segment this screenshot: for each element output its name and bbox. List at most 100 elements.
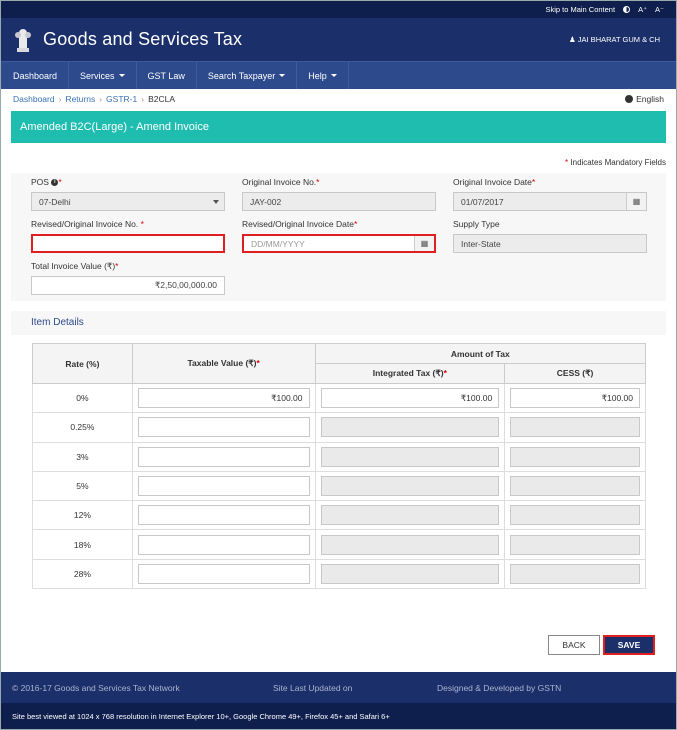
language-selector[interactable]: English bbox=[625, 94, 664, 104]
nav-services[interactable]: Services bbox=[69, 62, 137, 89]
revised-invoice-no-field: Revised/Original Invoice No. * bbox=[31, 219, 225, 253]
breadcrumb-separator: › bbox=[58, 93, 62, 104]
user-menu[interactable]: ♟ JAI BHARAT GUM & CH bbox=[569, 35, 660, 44]
breadcrumb-dashboard[interactable]: Dashboard bbox=[13, 94, 55, 104]
caret-down-icon bbox=[118, 74, 125, 77]
cess-input[interactable]: ₹100.00 bbox=[510, 388, 640, 409]
taxable-value-input[interactable] bbox=[137, 417, 310, 438]
font-increase-button[interactable]: A⁺ bbox=[638, 5, 647, 14]
supply-type-label: Supply Type bbox=[453, 219, 500, 229]
nav-help[interactable]: Help bbox=[297, 62, 349, 89]
revised-invoice-no-label: Revised/Original Invoice No. * bbox=[31, 219, 144, 229]
revised-invoice-date-label-text: Revised/Original Invoice Date bbox=[242, 219, 354, 229]
site-title[interactable]: Goods and Services Tax bbox=[43, 29, 242, 50]
table-row: 28% bbox=[32, 558, 646, 590]
integrated-tax-header: Integrated Tax (₹)* bbox=[314, 363, 506, 384]
integrated-tax-input[interactable]: ₹100.00 bbox=[320, 388, 500, 409]
item-details-heading: Item Details bbox=[11, 311, 666, 335]
taxable-value-header-text: Taxable Value (₹) bbox=[187, 358, 257, 368]
revised-invoice-no-label-text: Revised/Original Invoice No. bbox=[31, 219, 139, 229]
revised-invoice-no-input[interactable] bbox=[31, 234, 225, 253]
back-button[interactable]: BACK bbox=[548, 635, 600, 655]
rate-cell: 0% bbox=[32, 382, 133, 414]
original-invoice-no-label-text: Original Invoice No. bbox=[242, 177, 317, 187]
integrated-tax-input[interactable] bbox=[320, 446, 500, 467]
rate-cell: 5% bbox=[32, 470, 133, 502]
nav-gst-law[interactable]: GST Law bbox=[137, 62, 197, 89]
cess-input[interactable] bbox=[510, 476, 640, 497]
font-decrease-button[interactable]: A⁻ bbox=[655, 5, 664, 14]
cess-input[interactable] bbox=[510, 446, 640, 467]
nav-label: Help bbox=[308, 70, 327, 81]
top-strip: Skip to Main Content A⁺ A⁻ bbox=[1, 1, 676, 18]
caret-down-icon bbox=[330, 74, 337, 77]
original-invoice-date-value: 01/07/2017 bbox=[461, 196, 504, 207]
chevron-down-icon bbox=[213, 200, 219, 204]
calendar-icon[interactable]: ▦ bbox=[626, 193, 646, 210]
integrated-tax-input[interactable] bbox=[320, 417, 500, 438]
taxable-value-input[interactable]: ₹100.00 bbox=[137, 388, 310, 409]
pos-label-text: POS bbox=[31, 177, 49, 187]
rate-cell: 18% bbox=[32, 529, 133, 560]
table-row: 5% bbox=[32, 470, 646, 502]
calendar-icon[interactable]: ▦ bbox=[414, 236, 434, 251]
original-invoice-date-label: Original Invoice Date* bbox=[453, 177, 536, 187]
rate-header: Rate (%) bbox=[32, 343, 133, 384]
skip-to-main-link[interactable]: Skip to Main Content bbox=[545, 5, 615, 14]
taxable-value-input[interactable] bbox=[137, 534, 310, 555]
nav-label: Services bbox=[80, 70, 115, 81]
breadcrumb: Dashboard › Returns › GSTR-1 › B2CLA Eng… bbox=[1, 89, 676, 108]
mandatory-note: * Indicates Mandatory Fields bbox=[565, 158, 666, 167]
nav-search-taxpayer[interactable]: Search Taxpayer bbox=[197, 62, 298, 89]
breadcrumb-separator: › bbox=[141, 93, 145, 104]
taxable-value-input[interactable] bbox=[137, 505, 310, 526]
original-invoice-no-label: Original Invoice No.* bbox=[242, 177, 320, 187]
footer-copyright: © 2016-17 Goods and Services Tax Network bbox=[12, 682, 180, 693]
cess-input[interactable] bbox=[510, 505, 640, 526]
taxable-value-input[interactable] bbox=[137, 563, 310, 584]
user-name: JAI BHARAT GUM & CH bbox=[577, 35, 660, 44]
nav-dashboard[interactable]: Dashboard bbox=[1, 62, 70, 89]
total-invoice-value-input[interactable]: ₹2,50,00,000.00 bbox=[31, 276, 225, 295]
integrated-tax-input[interactable] bbox=[320, 534, 500, 555]
breadcrumb-returns[interactable]: Returns bbox=[65, 94, 95, 104]
table-row: 0.25% bbox=[32, 412, 646, 443]
footer-updated: Site Last Updated on bbox=[273, 682, 353, 693]
page-title: Amended B2C(Large) - Amend Invoice bbox=[11, 111, 666, 143]
invoice-form: POS i * 07-Delhi Original Invoice No.* JA… bbox=[11, 173, 666, 301]
cess-input[interactable] bbox=[510, 417, 640, 438]
supply-type-input[interactable]: Inter-State bbox=[453, 234, 647, 253]
table-row: 0% ₹100.00 ₹100.00 ₹100.00 bbox=[32, 382, 646, 414]
table-row: 3% bbox=[32, 441, 646, 472]
contrast-icon[interactable] bbox=[623, 6, 631, 13]
original-invoice-no-field: Original Invoice No.* JAY-002 bbox=[242, 177, 436, 211]
taxable-value-input[interactable] bbox=[137, 446, 310, 467]
table-row: 18% bbox=[32, 529, 646, 560]
cess-input[interactable] bbox=[510, 534, 640, 555]
national-emblem-icon[interactable] bbox=[13, 26, 33, 54]
caret-down-icon bbox=[279, 74, 286, 77]
total-invoice-value-field: Total Invoice Value (₹)* ₹2,50,00,000.00 bbox=[31, 261, 225, 295]
cess-header: CESS (₹) bbox=[504, 363, 646, 384]
nav-label: GST Law bbox=[147, 70, 185, 81]
nav-label: Search Taxpayer bbox=[207, 70, 276, 81]
save-button[interactable]: SAVE bbox=[603, 635, 655, 655]
cess-input[interactable] bbox=[510, 563, 640, 584]
language-label: English bbox=[636, 93, 664, 104]
main-content: Amended B2C(Large) - Amend Invoice * Ind… bbox=[11, 111, 666, 671]
revised-invoice-date-input[interactable]: DD/MM/YYYY ▦ bbox=[242, 234, 436, 253]
original-invoice-date-input[interactable]: 01/07/2017 ▦ bbox=[453, 192, 647, 211]
original-invoice-no-input[interactable]: JAY-002 bbox=[242, 192, 436, 211]
integrated-tax-input[interactable] bbox=[320, 563, 500, 584]
footer-designed: Designed & Developed by GSTN bbox=[437, 682, 562, 693]
pos-select[interactable]: 07-Delhi bbox=[31, 192, 225, 211]
taxable-value-input[interactable] bbox=[137, 476, 310, 497]
original-invoice-date-label-text: Original Invoice Date bbox=[453, 177, 532, 187]
integrated-tax-input[interactable] bbox=[320, 476, 500, 497]
breadcrumb-current: B2CLA bbox=[148, 93, 175, 104]
supply-type-field: Supply Type Inter-State bbox=[453, 219, 647, 253]
browser-note: Site best viewed at 1024 x 768 resolutio… bbox=[1, 703, 676, 729]
integrated-tax-input[interactable] bbox=[320, 505, 500, 526]
breadcrumb-gstr1[interactable]: GSTR-1 bbox=[106, 94, 137, 104]
total-invoice-value-label: Total Invoice Value (₹)* bbox=[31, 261, 119, 271]
